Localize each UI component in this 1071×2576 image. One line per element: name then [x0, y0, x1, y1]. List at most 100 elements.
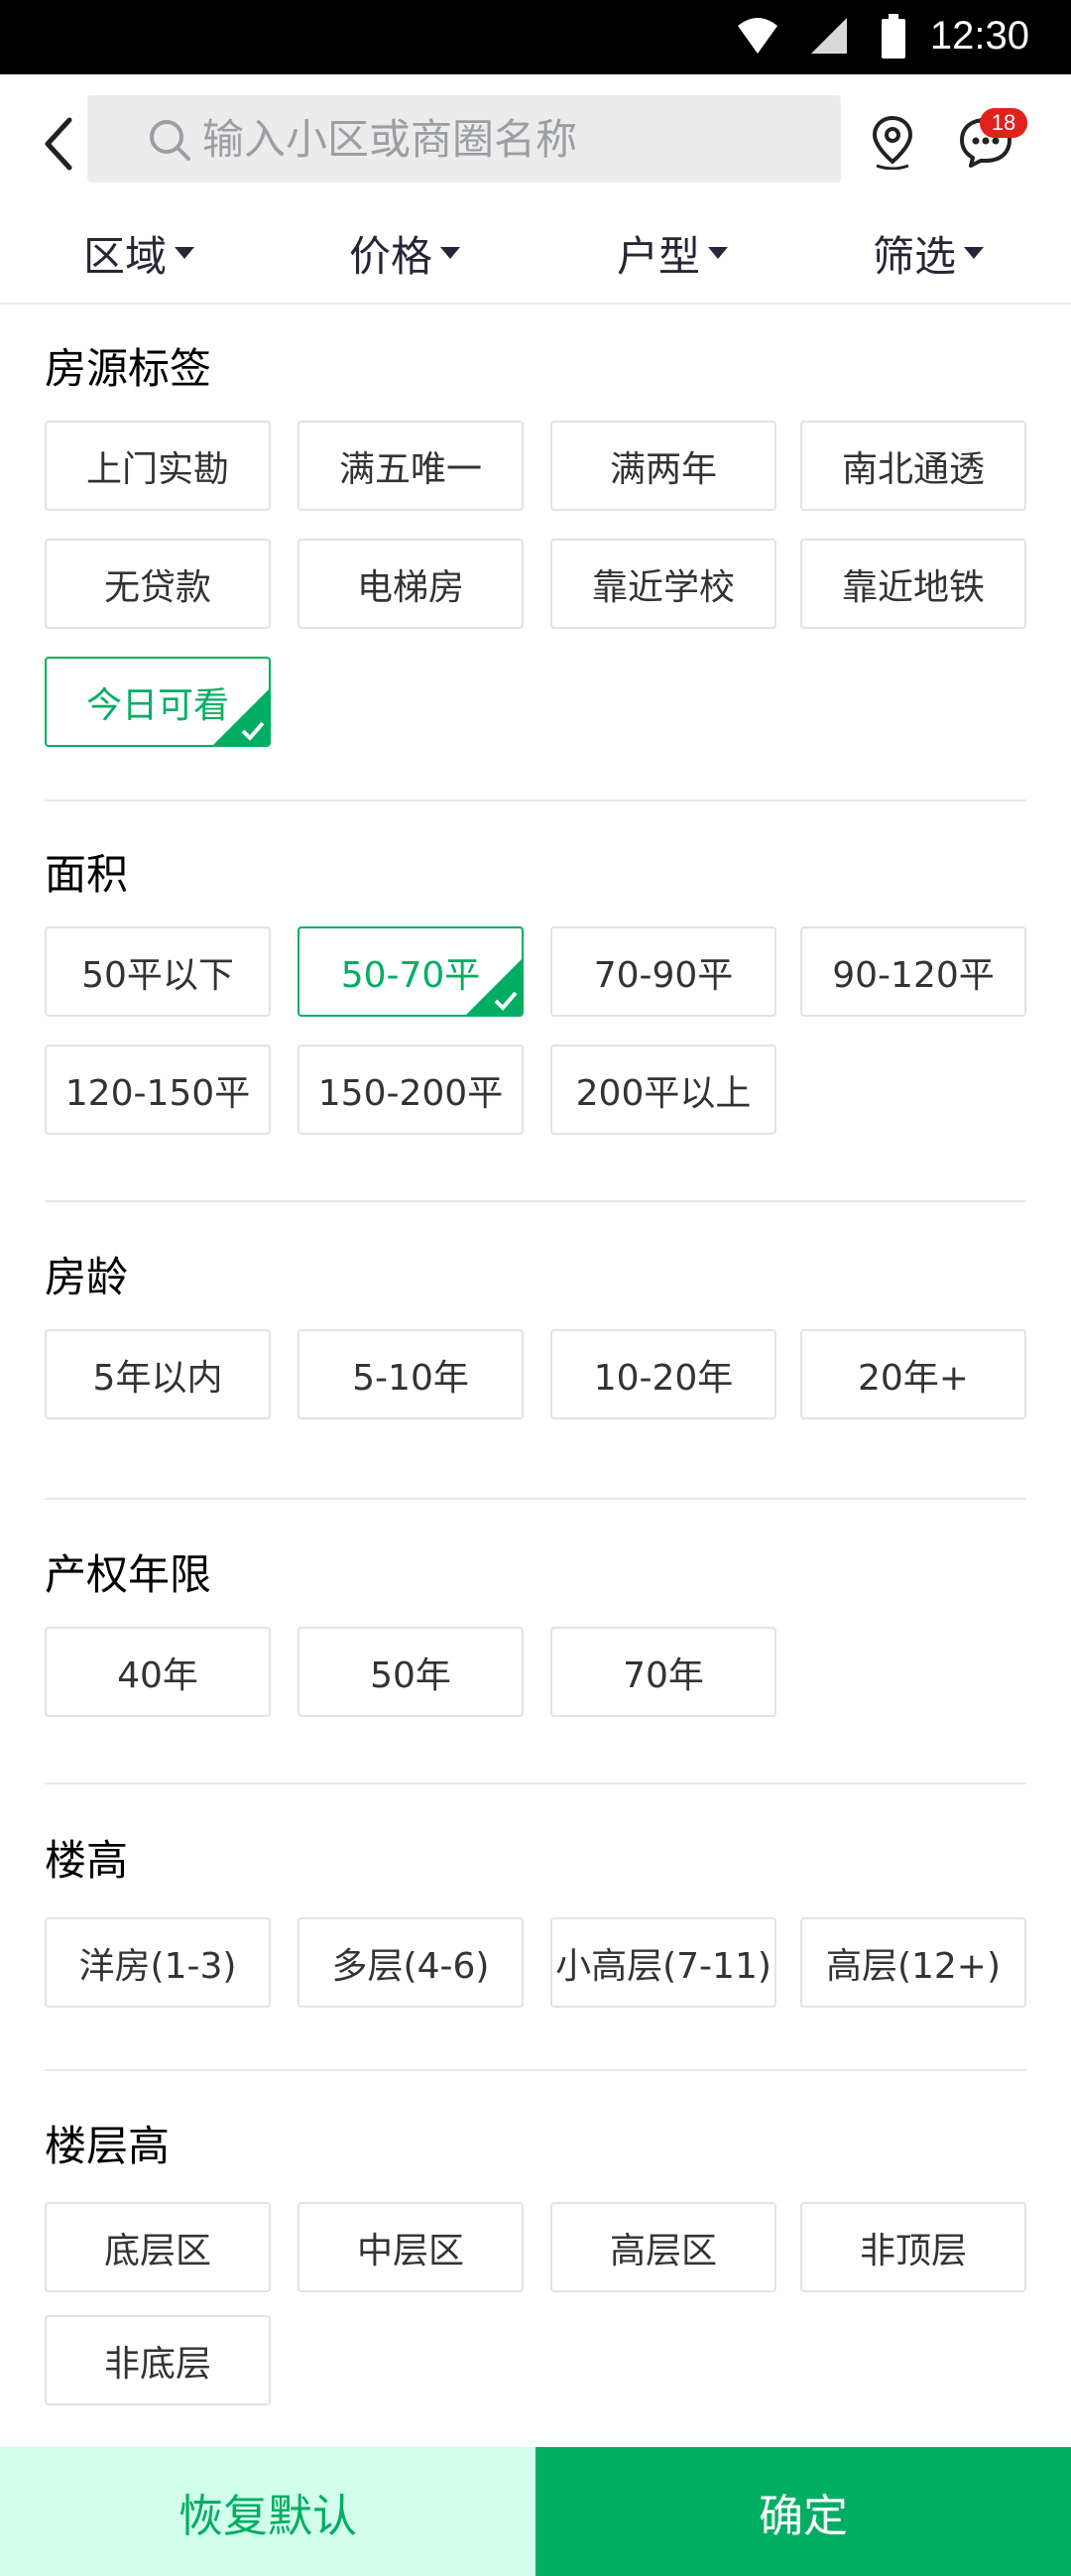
option-label: 今日可看 [85, 684, 229, 726]
option-button[interactable]: 50年 [298, 1627, 524, 1717]
search-input[interactable] [202, 114, 797, 164]
option-button[interactable]: 南北通透 [800, 421, 1026, 511]
option-label: 70-90平 [593, 954, 734, 996]
option-label: 10-20年 [593, 1357, 734, 1399]
option-button-selected[interactable]: 50-70平 [298, 926, 524, 1017]
filter-tabs: 区域 价格 户型 筛选 [0, 207, 1071, 305]
option-label: 底层区 [103, 2230, 211, 2271]
divider [45, 799, 1026, 801]
option-button[interactable]: 50平以下 [45, 926, 271, 1017]
section-title: 房龄 [45, 1253, 129, 1301]
option-button[interactable]: 70-90平 [550, 926, 776, 1017]
option-label: 50-70平 [340, 954, 481, 996]
option-label: 120-150平 [64, 1072, 251, 1114]
section-title: 房源标签 [45, 344, 212, 393]
search-box[interactable] [87, 95, 841, 183]
option-button[interactable]: 底层区 [45, 2202, 271, 2292]
option-button[interactable]: 150-200平 [298, 1044, 524, 1135]
tab-price[interactable]: 价格 [349, 223, 461, 283]
section-title: 楼层高 [45, 2122, 171, 2170]
option-button[interactable]: 上门实勘 [45, 421, 271, 511]
header: 18 [0, 74, 1071, 207]
option-button[interactable]: 非底层 [45, 2315, 271, 2405]
option-button[interactable]: 70年 [550, 1627, 776, 1717]
section-building-height: 楼高 洋房(1-3) 多层(4-6) 小高层(7-11) 高层(12+) [45, 1831, 1026, 2010]
option-label: 靠近地铁 [841, 566, 985, 608]
tab-price-label: 价格 [349, 231, 433, 281]
tab-region-label: 区域 [83, 231, 168, 281]
option-button[interactable]: 洋房(1-3) [45, 1917, 271, 2008]
divider [45, 1498, 1026, 1500]
option-label: 5-10年 [352, 1357, 469, 1399]
option-button[interactable]: 10-20年 [550, 1329, 776, 1419]
option-button[interactable]: 中层区 [298, 2202, 524, 2292]
option-label: 满两年 [609, 448, 717, 490]
option-label: 非顶层 [859, 2230, 967, 2271]
message-count-badge: 18 [980, 108, 1027, 138]
section-age: 房龄 5年以内 5-10年 10-20年 20年+ [45, 1248, 1026, 1426]
option-label: 多层(4-6) [331, 1945, 490, 1987]
section-title: 面积 [45, 850, 129, 899]
section-tags: 房源标签 上门实勘 满五唯一 满两年 南北通透 无贷款 电梯房 靠近学校 靠近地… [45, 339, 1026, 756]
option-label: 电梯房 [356, 566, 464, 608]
caret-down-icon [708, 247, 729, 259]
option-label: 高层区 [609, 2230, 717, 2271]
option-button[interactable]: 满五唯一 [298, 421, 524, 511]
option-button[interactable]: 120-150平 [45, 1044, 271, 1135]
caret-down-icon [440, 247, 461, 259]
option-button[interactable]: 靠近学校 [550, 539, 776, 629]
location-pin-icon[interactable] [869, 114, 916, 170]
caret-down-icon [964, 247, 985, 259]
battery-icon [882, 14, 905, 59]
option-button[interactable]: 90-120平 [800, 926, 1026, 1017]
option-button[interactable]: 靠近地铁 [800, 539, 1026, 629]
option-label: 20年+ [858, 1357, 969, 1399]
option-label: 150-200平 [317, 1072, 504, 1114]
caret-down-icon [175, 247, 195, 259]
tab-layout[interactable]: 户型 [617, 223, 729, 283]
option-label: 中层区 [356, 2230, 464, 2271]
option-label: 满五唯一 [338, 448, 482, 490]
option-label: 70年 [623, 1655, 704, 1696]
tab-filter-label: 筛选 [873, 231, 957, 281]
status-bar: 12:30 [0, 0, 1071, 74]
section-title: 产权年限 [45, 1550, 212, 1599]
reset-button[interactable]: 恢复默认 [0, 2447, 536, 2576]
option-button[interactable]: 高层(12+) [800, 1917, 1026, 2008]
option-button[interactable]: 非顶层 [800, 2202, 1026, 2292]
option-button[interactable]: 电梯房 [298, 539, 524, 629]
confirm-button[interactable]: 确定 [536, 2447, 1071, 2576]
option-label: 洋房(1-3) [78, 1945, 237, 1987]
signal-icon [811, 18, 847, 54]
status-time: 12:30 [929, 14, 1029, 58]
option-button[interactable]: 无贷款 [45, 539, 271, 629]
back-chevron-icon[interactable] [38, 112, 81, 176]
option-label: 上门实勘 [85, 448, 229, 490]
option-button[interactable]: 小高层(7-11) [550, 1917, 776, 2008]
option-button[interactable]: 40年 [45, 1627, 271, 1717]
option-button[interactable]: 5年以内 [45, 1329, 271, 1419]
option-label: 小高层(7-11) [555, 1945, 772, 1987]
section-title: 楼高 [45, 1836, 129, 1885]
option-label: 90-120平 [832, 954, 995, 996]
option-button-selected[interactable]: 今日可看 [45, 657, 271, 747]
divider [45, 2069, 1026, 2071]
option-button[interactable]: 5-10年 [298, 1329, 524, 1419]
tab-layout-label: 户型 [617, 231, 701, 281]
option-button[interactable]: 20年+ [800, 1329, 1026, 1419]
tab-region[interactable]: 区域 [83, 223, 195, 283]
option-label: 200平以上 [575, 1072, 752, 1114]
option-button[interactable]: 满两年 [550, 421, 776, 511]
divider [45, 1200, 1026, 1202]
check-corner-icon [213, 689, 269, 745]
option-label: 5年以内 [92, 1357, 223, 1399]
option-button[interactable]: 高层区 [550, 2202, 776, 2292]
check-corner-icon [466, 959, 522, 1015]
option-label: 靠近学校 [591, 566, 735, 608]
tab-filter[interactable]: 筛选 [873, 223, 985, 283]
option-button[interactable]: 多层(4-6) [298, 1917, 524, 2008]
search-icon [150, 120, 190, 161]
option-button[interactable]: 200平以上 [550, 1044, 776, 1135]
option-label: 高层(12+) [825, 1945, 1002, 1987]
divider [45, 1782, 1026, 1784]
